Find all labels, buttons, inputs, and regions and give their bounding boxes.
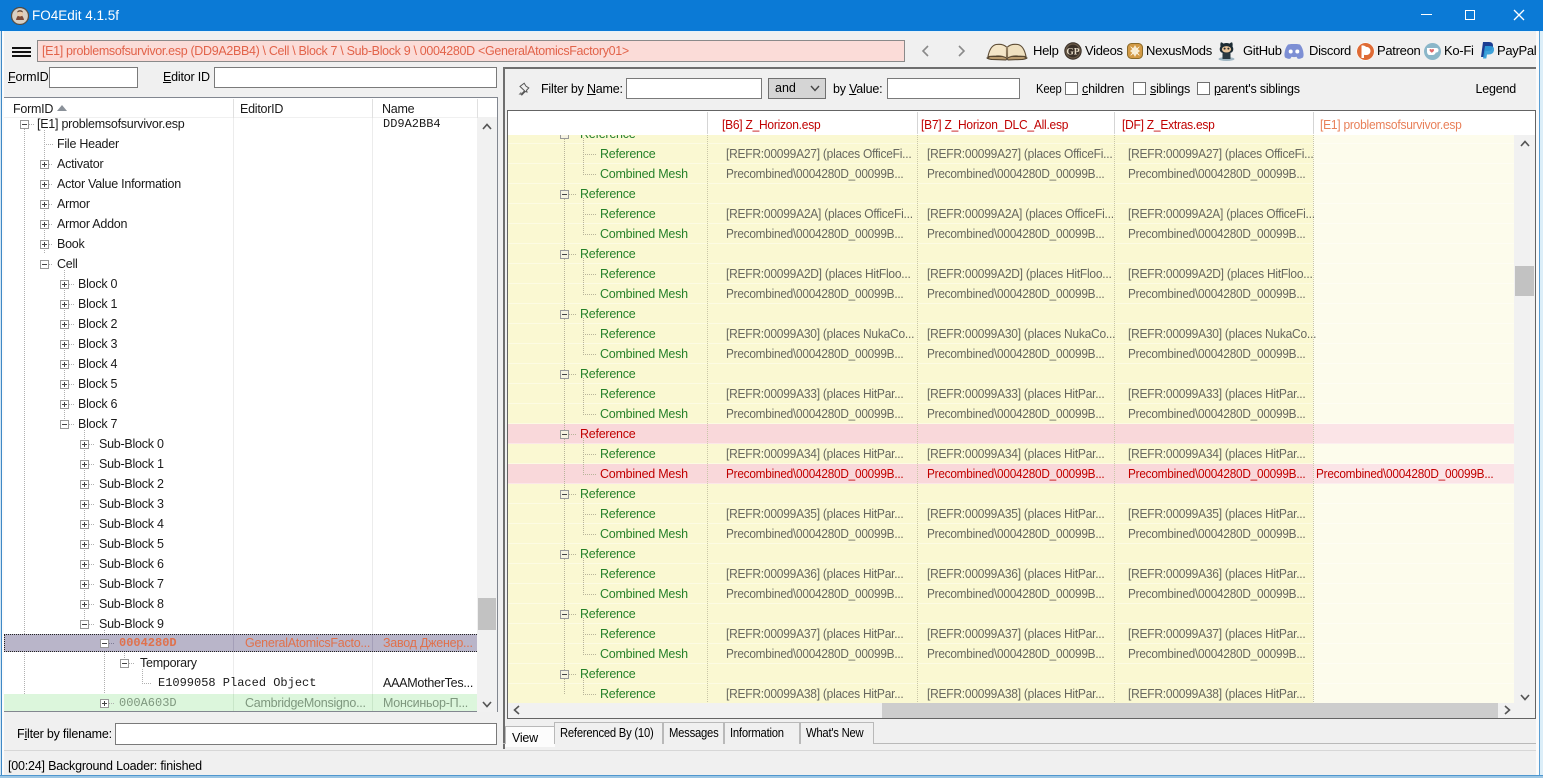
svg-text:GP: GP [1066, 48, 1079, 58]
